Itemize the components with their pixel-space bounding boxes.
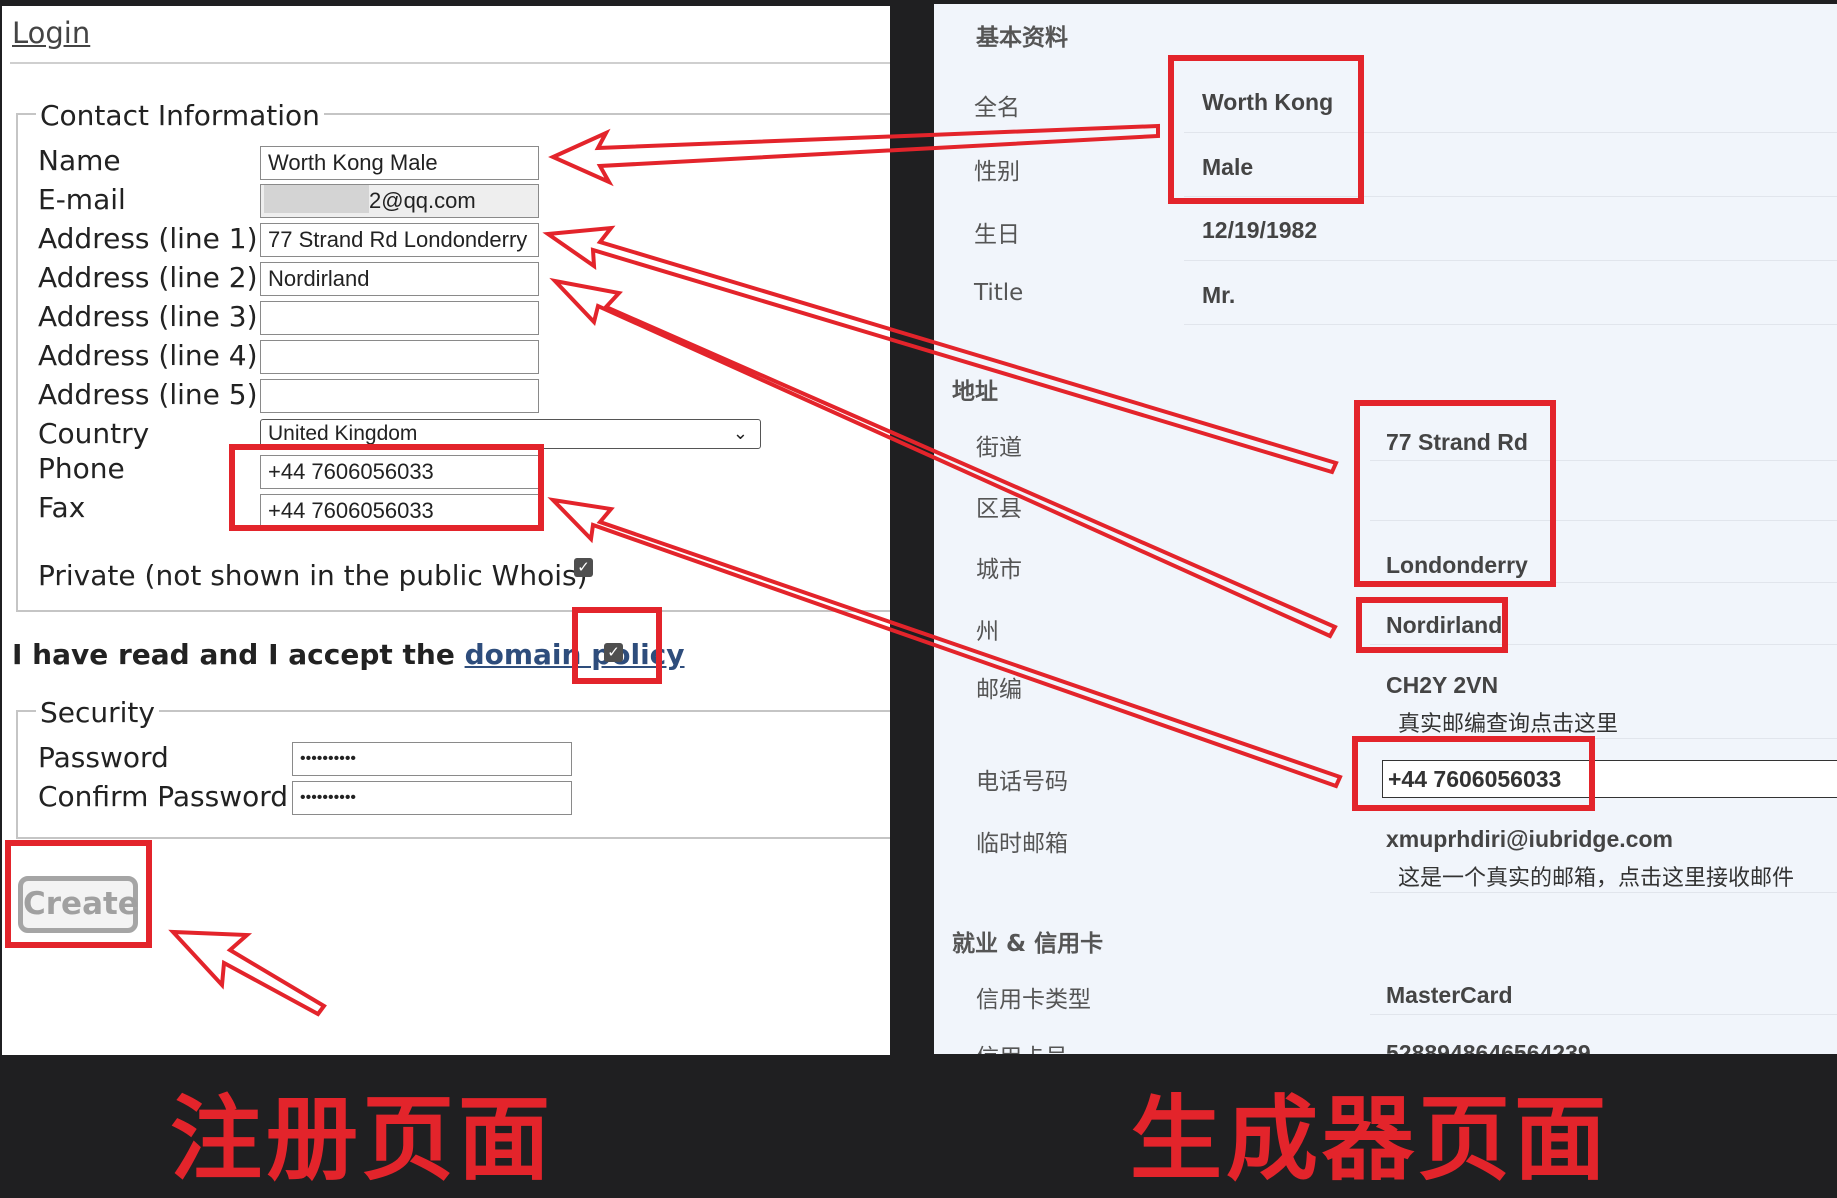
confirm-password-label: Confirm Password [38, 780, 289, 813]
row-divider [1370, 644, 1837, 645]
phone-value-field[interactable]: +44 7606056033 [1382, 760, 1837, 798]
row-divider [1370, 738, 1837, 739]
row-divider [1184, 132, 1837, 133]
birthday-value: 12/19/1982 [1202, 217, 1318, 243]
section-basic-heading: 基本资料 [976, 25, 1068, 51]
card-number-value: 5288948646564239 [1386, 1040, 1591, 1054]
security-legend: Security [36, 696, 159, 729]
row-divider [1184, 196, 1837, 197]
name-input[interactable]: Worth Kong Male [260, 146, 539, 180]
birthday-label: 生日 [974, 222, 1020, 248]
card-type-label: 信用卡类型 [976, 987, 1091, 1013]
address-line1-label: Address (line 1) [38, 222, 258, 255]
gender-label: 性别 [974, 159, 1020, 185]
row-divider [1370, 892, 1837, 893]
city-label: 城市 [976, 557, 1022, 583]
address-line5-input[interactable] [260, 379, 539, 413]
address-line3-input[interactable] [260, 301, 539, 335]
row-divider [1370, 460, 1837, 461]
street-label: 街道 [976, 435, 1022, 461]
domain-policy-link[interactable]: domain policy [465, 638, 685, 671]
fax-label: Fax [38, 491, 86, 524]
login-link[interactable]: Login [12, 16, 90, 50]
password-label: Password [38, 741, 169, 774]
gender-value: Male [1202, 154, 1254, 180]
zip-label: 邮编 [976, 677, 1022, 703]
state-value: Nordirland [1386, 612, 1503, 638]
caption-generator-page: 生成器页面 [1130, 1086, 1611, 1193]
country-select[interactable]: United Kingdom ⌄ [260, 419, 761, 449]
accept-policy-checkbox[interactable]: ✓ [604, 643, 623, 662]
zip-lookup-link[interactable]: 真实邮编查询点击这里 [1398, 706, 1618, 738]
temp-email-label: 临时邮箱 [976, 831, 1068, 857]
accept-policy-text: I have read and I accept the domain poli… [12, 638, 685, 671]
section-address-heading: 地址 [952, 379, 998, 405]
contact-legend: Contact Information [36, 99, 324, 132]
row-divider [1370, 520, 1837, 521]
address-line1-input[interactable]: 77 Strand Rd Londonderry [260, 223, 539, 257]
password-input[interactable]: •••••••••• [292, 742, 572, 776]
name-label: Name [38, 144, 121, 177]
divider [10, 62, 890, 64]
address-line4-label: Address (line 4) [38, 339, 258, 372]
private-label: Private (not shown in the public Whois) [38, 559, 588, 592]
country-selected-value: United Kingdom [268, 422, 418, 445]
phone-input[interactable]: +44 7606056033 [260, 455, 539, 489]
city-value: Londonderry [1386, 552, 1528, 578]
private-checkbox[interactable]: ✓ [574, 558, 593, 577]
phone-label: Phone [38, 452, 125, 485]
row-divider [1370, 1014, 1837, 1015]
row-divider [1184, 324, 1837, 325]
phone-label: 电话号码 [976, 769, 1068, 795]
confirm-password-input[interactable]: •••••••••• [292, 781, 572, 815]
email-label: E-mail [38, 183, 126, 216]
address-line5-label: Address (line 5) [38, 378, 258, 411]
redacted-email-part [264, 185, 369, 213]
address-line3-label: Address (line 3) [38, 300, 258, 333]
street-value: 77 Strand Rd [1386, 429, 1528, 455]
caption-registration-page: 注册页面 [170, 1086, 555, 1193]
card-number-label: 信用卡号 [976, 1038, 1068, 1054]
generator-panel: 基本资料 全名 Worth Kong 性别 Male 生日 12/19/1982… [934, 4, 1837, 1054]
district-label: 区县 [976, 496, 1022, 522]
row-divider [1184, 260, 1837, 261]
accept-policy-prefix: I have read and I accept the [12, 638, 465, 671]
zip-value: CH2Y 2VN [1386, 672, 1499, 698]
temp-email-value[interactable]: xmuprhdiri@iubridge.com [1386, 826, 1673, 853]
address-line2-input[interactable]: Nordirland [260, 262, 539, 296]
address-line4-input[interactable] [260, 340, 539, 374]
fax-input[interactable]: +44 7606056033 [260, 494, 539, 528]
row-divider [1370, 582, 1837, 583]
temp-email-link[interactable]: 这是一个真实的邮箱，点击这里接收邮件 [1398, 860, 1794, 892]
full-name-label: 全名 [974, 95, 1020, 121]
chevron-down-icon: ⌄ [732, 423, 748, 443]
title-value: Mr. [1202, 282, 1236, 308]
registration-panel: Login Contact Information Name Worth Kon… [2, 6, 890, 1055]
create-button[interactable]: Create [18, 876, 139, 933]
full-name-value: Worth Kong [1202, 89, 1334, 115]
address-line2-label: Address (line 2) [38, 261, 258, 294]
section-employment-heading: 就业 & 信用卡 [952, 931, 1104, 957]
card-type-value: MasterCard [1386, 982, 1513, 1008]
country-label: Country [38, 417, 150, 450]
title-label: Title [974, 280, 1024, 306]
state-label: 州 [976, 619, 999, 645]
